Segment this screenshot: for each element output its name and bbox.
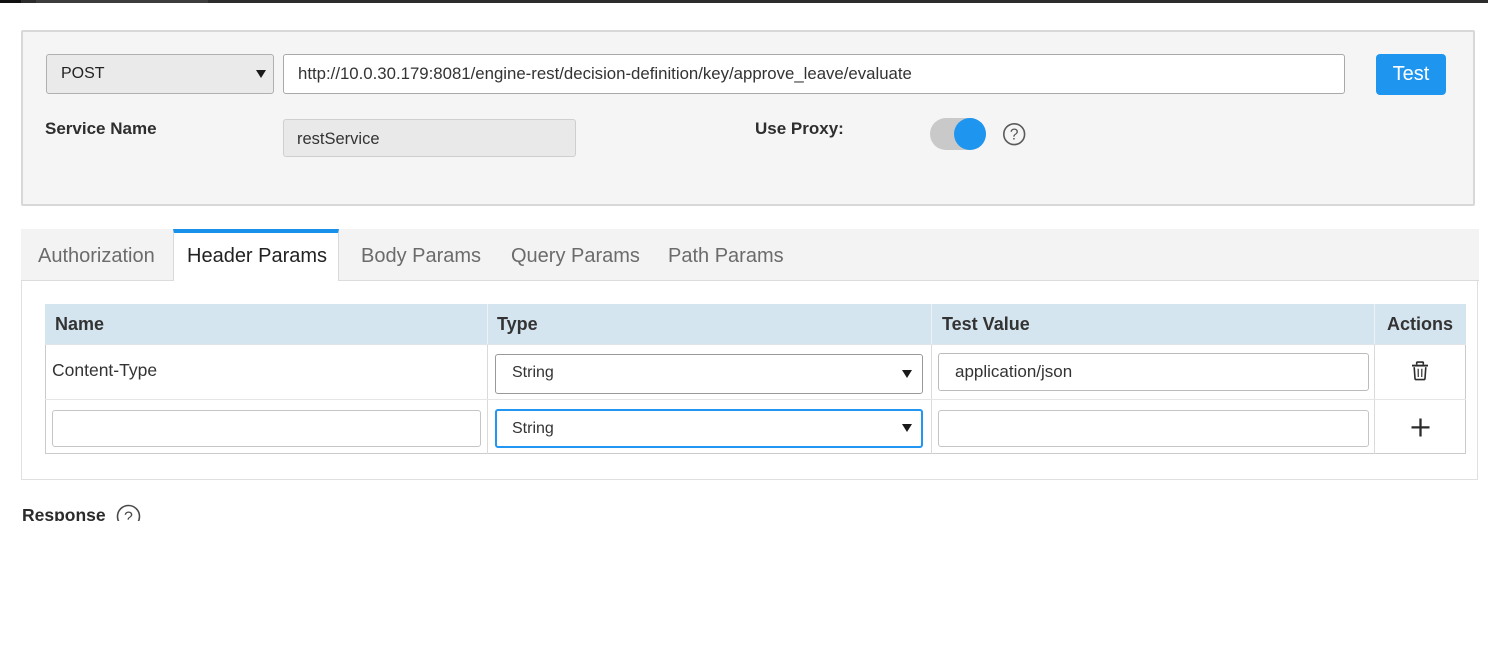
- svg-text:?: ?: [124, 510, 133, 522]
- svg-text:?: ?: [1010, 127, 1019, 144]
